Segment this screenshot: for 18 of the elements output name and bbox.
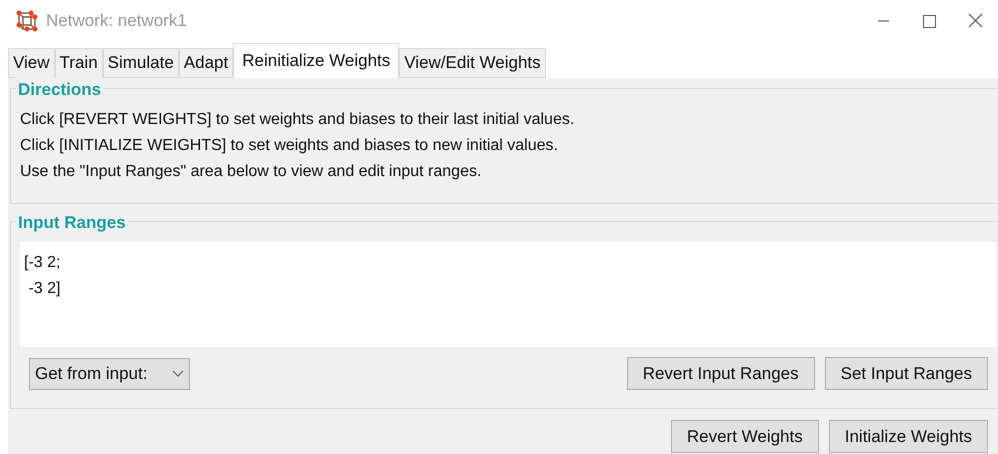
button[interactable]: Revert Weights <box>670 420 819 453</box>
input-ranges-field[interactable]: [-3 2; -3 2] <box>20 242 996 347</box>
tab[interactable]: View <box>8 48 55 78</box>
dropdown[interactable]: Get from input: <box>29 358 190 390</box>
tab[interactable]: Simulate <box>102 48 179 78</box>
window-title: Network: network1 <box>46 10 187 32</box>
tab[interactable]: Reinitialize Weights <box>233 43 400 78</box>
direction-text: Use the "Input Ranges" area below to view and edit input ranges. <box>20 162 482 182</box>
network-icon <box>16 10 38 32</box>
button[interactable]: Revert Input Ranges <box>626 357 815 390</box>
tab[interactable]: Train <box>54 48 103 78</box>
tab[interactable]: View/Edit Weights <box>399 48 546 78</box>
direction-text: Click [REVERT WEIGHTS] to set weights and biases to their last initial values. <box>20 110 576 130</box>
button[interactable]: Initialize Weights <box>828 420 988 453</box>
chevron-down-icon <box>172 370 184 378</box>
button[interactable]: Set Input Ranges <box>824 357 988 390</box>
tab[interactable]: Adapt <box>178 48 234 78</box>
direction-text: Click [INITIALIZE WEIGHTS] to set weights and biases to new initial values. <box>20 136 559 156</box>
